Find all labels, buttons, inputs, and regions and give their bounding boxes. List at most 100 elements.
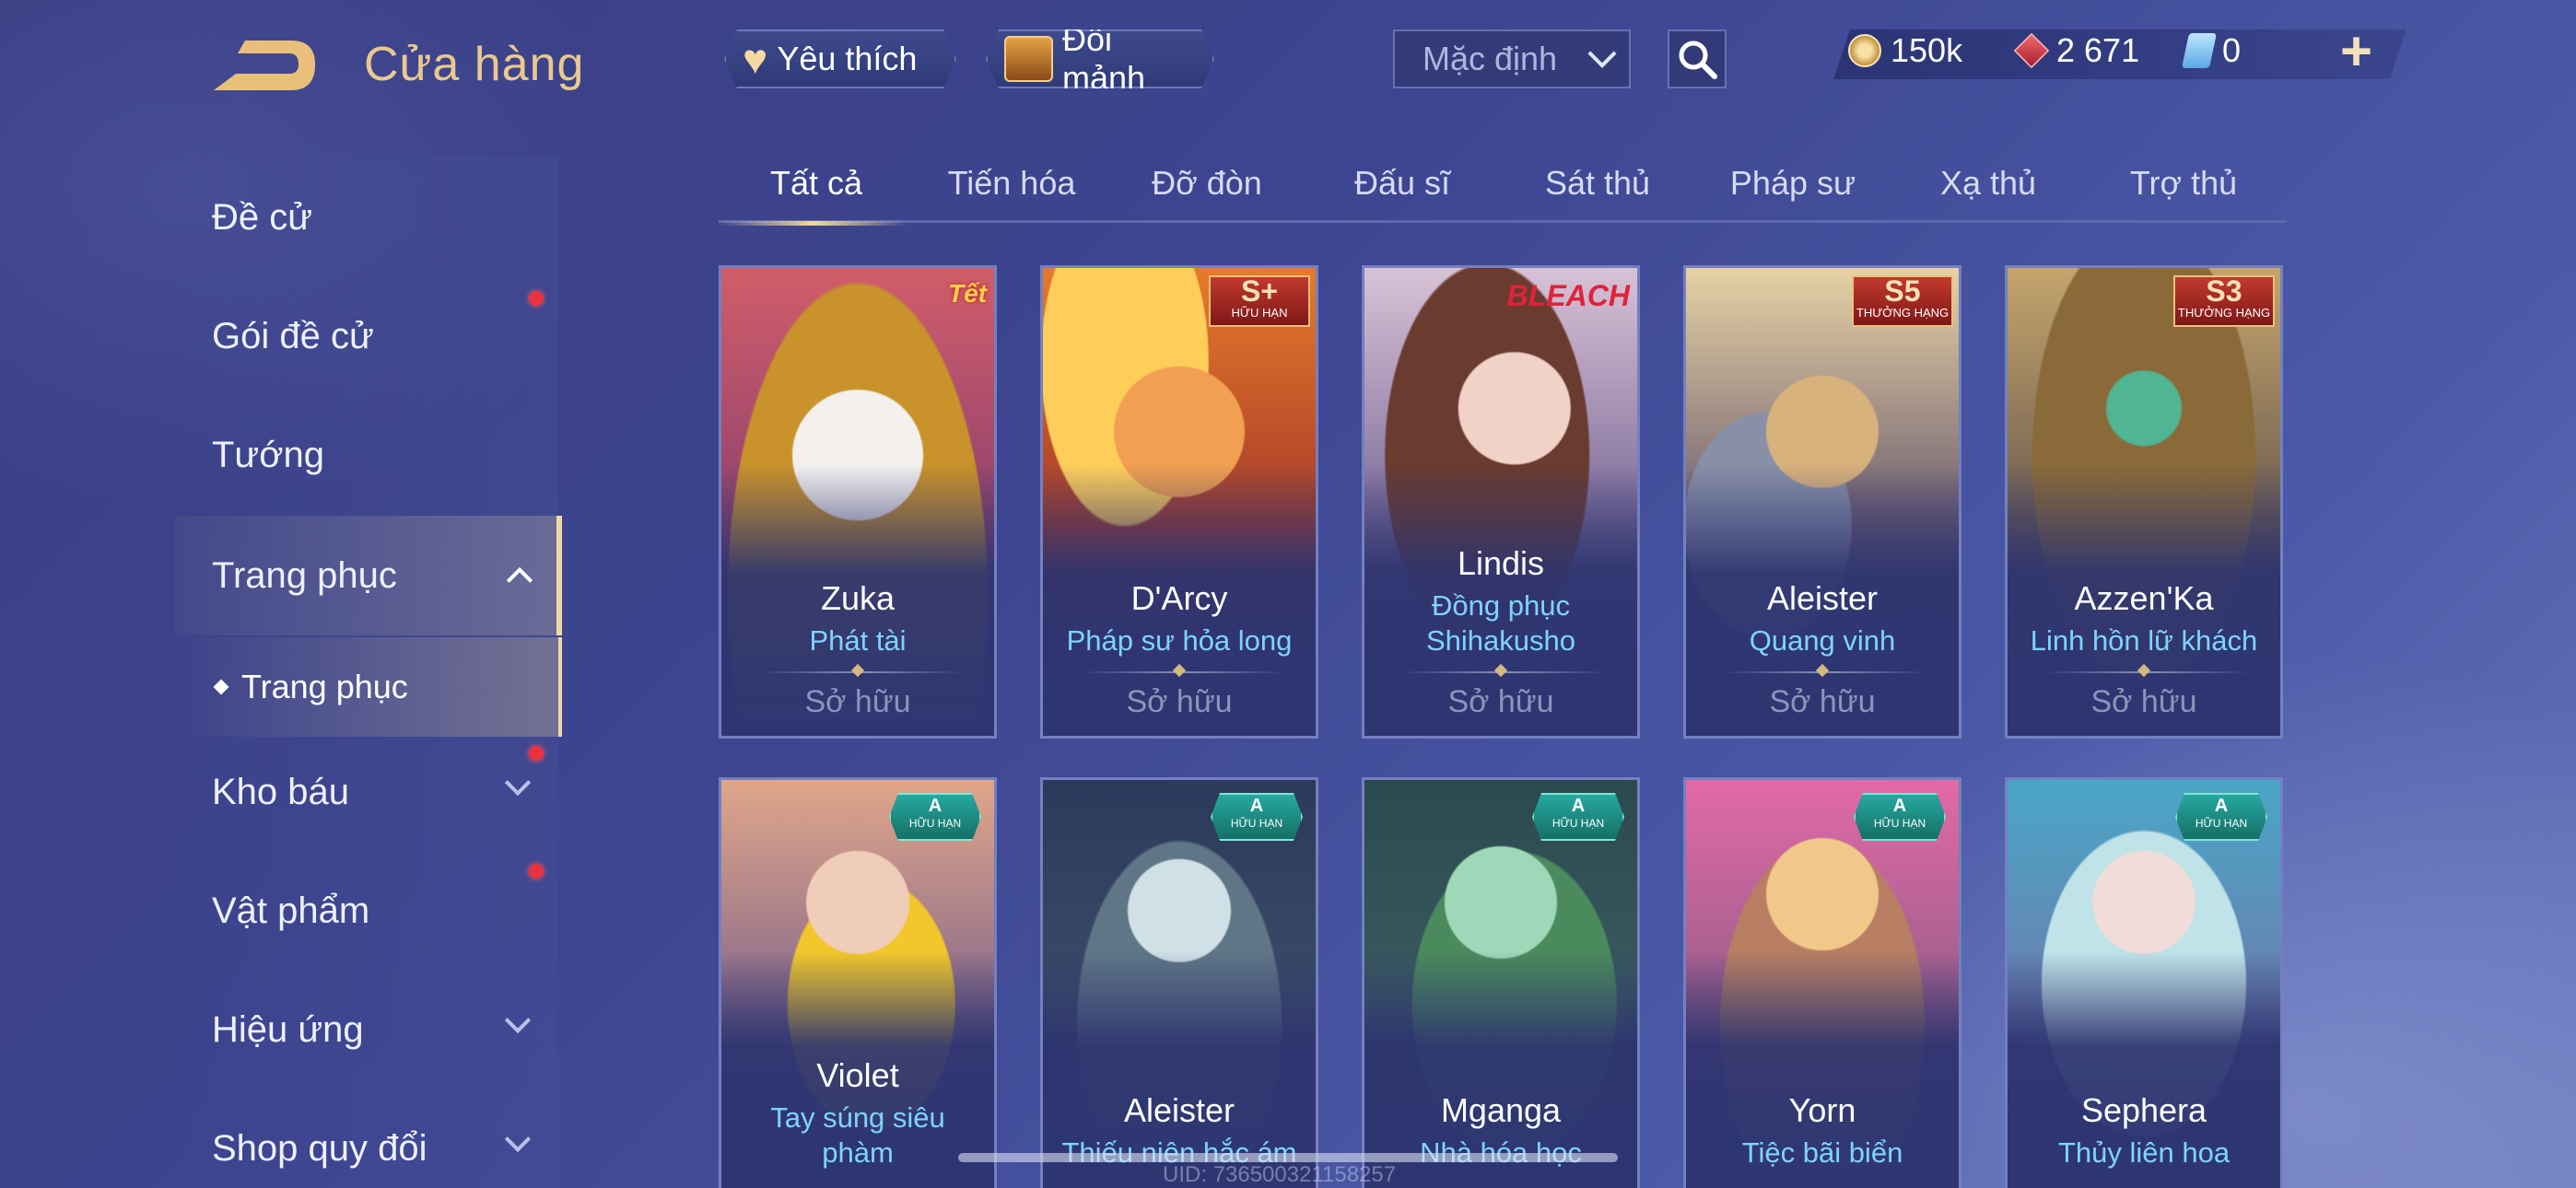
rarity-badge: A HỮU HẠN bbox=[889, 793, 981, 841]
skin-card[interactable]: S+ HỮU HẠN D'Arcy Pháp sư hỏa long Sở hữ… bbox=[1040, 265, 1318, 739]
gem-amount: 2 671 bbox=[2056, 31, 2140, 69]
sidebar-item-treasure[interactable]: Kho báu bbox=[212, 772, 349, 813]
notification-dot bbox=[529, 864, 544, 879]
skin-name-line2: phàm bbox=[822, 1136, 894, 1169]
tier-badge: S+ HỮU HẠN bbox=[1209, 275, 1310, 327]
tab-marksman[interactable]: Xạ thủ bbox=[1891, 164, 2086, 203]
card-divider bbox=[1401, 671, 1606, 673]
rarity-badge-sublabel: HỮU HẠN bbox=[908, 817, 962, 830]
rarity-badge-label: A bbox=[1571, 796, 1586, 816]
sidebar-item-exchange-shop[interactable]: Shop quy đổi bbox=[212, 1128, 427, 1170]
voucher-icon bbox=[2181, 33, 2218, 68]
favorites-label: Yêu thích bbox=[777, 40, 918, 77]
tab-fighter[interactable]: Đấu sĩ bbox=[1305, 164, 1500, 203]
voucher-currency: 0 bbox=[2181, 31, 2242, 70]
gold-amount: 150k bbox=[1891, 31, 1963, 69]
tab-label: Tất cả bbox=[769, 164, 863, 202]
skin-card[interactable]: S3 THƯỞNG HẠNG Azzen'Ka Linh hồn lữ khác… bbox=[2005, 265, 2283, 739]
skin-card[interactable]: BLEACH Lindis Đồng phục Shihakusho Sở hữ… bbox=[1362, 265, 1640, 739]
search-button[interactable] bbox=[1668, 29, 1727, 88]
card-divider bbox=[2044, 671, 2249, 673]
tier-badge: S5 THƯỞNG HẠNG bbox=[1852, 275, 1953, 327]
event-badge: Tết bbox=[948, 279, 987, 308]
page-title: Cửa hàng bbox=[364, 38, 585, 91]
chest-icon bbox=[1004, 36, 1053, 82]
sidebar-item-skins[interactable]: Trang phục bbox=[175, 516, 562, 635]
chevron-up-icon bbox=[506, 566, 533, 594]
search-icon bbox=[1679, 41, 1717, 79]
skin-name-line1: Đồng phục bbox=[1432, 589, 1570, 622]
skin-name: Pháp sư hỏa long bbox=[1066, 624, 1293, 657]
hero-name: Yorn bbox=[1788, 1091, 1856, 1129]
rarity-badge: A HỮU HẠN bbox=[2175, 793, 2267, 841]
hero-name: Mganga bbox=[1440, 1091, 1562, 1129]
fragment-exchange-label: Đổi mảnh bbox=[1061, 20, 1146, 97]
notification-dot bbox=[529, 291, 544, 306]
owned-status: Sở hữu bbox=[1447, 684, 1554, 719]
skin-name: Linh hồn lữ khách bbox=[2030, 624, 2258, 657]
home-indicator[interactable] bbox=[958, 1153, 1618, 1162]
rarity-badge-sublabel: HỮU HẠN bbox=[1551, 817, 1605, 830]
tier-badge: S3 THƯỞNG HẠNG bbox=[2173, 275, 2275, 327]
rarity-badge-sublabel: HỮU HẠN bbox=[1873, 817, 1926, 830]
hero-name: Violet bbox=[816, 1056, 899, 1094]
sidebar-item-heroes[interactable]: Tướng bbox=[212, 435, 324, 476]
hero-name: Zuka bbox=[820, 579, 896, 617]
ruby-icon bbox=[2013, 32, 2050, 69]
tier-badge-sublabel: THƯỞNG HẠNG bbox=[1856, 306, 1950, 320]
sort-dropdown[interactable]: Mặc định bbox=[1393, 29, 1631, 88]
sidebar: Đề cử Gói đề cử Tướng Trang phục Trang p… bbox=[0, 157, 564, 1188]
skin-card[interactable]: A HỮU HẠN Aleister Thiếu niên hắc ám bbox=[1040, 777, 1318, 1188]
tab-assassin[interactable]: Sát thủ bbox=[1500, 164, 1695, 203]
add-currency-button[interactable]: + bbox=[2340, 24, 2372, 79]
skin-name-line2: Shihakusho bbox=[1425, 624, 1575, 657]
sidebar-item-recommended[interactable]: Đề cử bbox=[212, 197, 312, 239]
skin-name-line1: Tay súng siêu bbox=[770, 1101, 945, 1134]
hero-name: D'Arcy bbox=[1130, 579, 1228, 617]
tab-all[interactable]: Tất cả bbox=[719, 164, 914, 226]
sidebar-subitem-skins[interactable]: Trang phục bbox=[175, 637, 562, 737]
skin-card[interactable]: A HỮU HẠN Violet Tay súng siêu phàm bbox=[719, 777, 997, 1188]
tier-badge-label: S3 bbox=[2206, 274, 2242, 308]
rarity-badge: A HỮU HẠN bbox=[1854, 793, 1946, 841]
hero-name: Azzen'Ka bbox=[2074, 579, 2214, 617]
gold-coin-icon bbox=[1848, 34, 1881, 67]
sidebar-item-bundles[interactable]: Gói đề cử bbox=[212, 316, 374, 357]
sidebar-item-items[interactable]: Vật phẩm bbox=[212, 891, 369, 932]
hero-name: Sephera bbox=[2080, 1091, 2207, 1129]
skin-card[interactable]: A HỮU HẠN Sephera Thủy liên hoa bbox=[2005, 777, 2283, 1188]
card-divider bbox=[1723, 671, 1927, 673]
tab-support[interactable]: Trợ thủ bbox=[2086, 164, 2281, 203]
skin-card[interactable]: Tết Zuka Phát tài Sở hữu bbox=[719, 265, 997, 739]
voucher-amount: 0 bbox=[2222, 31, 2242, 69]
tab-active-indicator bbox=[719, 221, 908, 226]
fragment-exchange-button[interactable]: Đổi mảnh bbox=[986, 29, 1214, 88]
chevron-down-icon bbox=[1587, 39, 1617, 68]
hero-name: Lindis bbox=[1457, 544, 1545, 582]
rarity-badge-label: A bbox=[1892, 796, 1907, 816]
sidebar-item-effects[interactable]: Hiệu ứng bbox=[212, 1009, 364, 1051]
tab-mage[interactable]: Pháp sư bbox=[1695, 164, 1891, 203]
skin-name: Phát tài bbox=[809, 624, 907, 657]
favorites-button[interactable]: ♥ Yêu thích bbox=[724, 29, 956, 88]
owned-status: Sở hữu bbox=[804, 684, 911, 719]
tier-badge-sublabel: HỮU HẠN bbox=[1231, 306, 1288, 320]
hero-name: Aleister bbox=[1123, 1091, 1235, 1129]
collab-badge: BLEACH bbox=[1506, 279, 1630, 312]
skin-card[interactable]: A HỮU HẠN Mganga Nhà hóa học bbox=[1362, 777, 1640, 1188]
skin-card[interactable]: A HỮU HẠN Yorn Tiệc bãi biển bbox=[1683, 777, 1961, 1188]
card-divider bbox=[1080, 671, 1284, 673]
tab-evolution[interactable]: Tiến hóa bbox=[914, 164, 1109, 203]
card-divider bbox=[758, 671, 963, 673]
notification-dot bbox=[529, 746, 544, 761]
skin-card[interactable]: S5 THƯỞNG HẠNG Aleister Quang vinh Sở hữ… bbox=[1683, 265, 1961, 739]
back-button[interactable] bbox=[210, 37, 321, 101]
sidebar-item-skins-label: Trang phục bbox=[212, 554, 397, 596]
sidebar-subitem-label: Trang phục bbox=[241, 668, 408, 705]
gold-currency: 150k bbox=[1848, 31, 1962, 70]
tier-badge-label: S+ bbox=[1240, 274, 1279, 308]
rarity-badge: A HỮU HẠN bbox=[1211, 793, 1303, 841]
hero-name: Aleister bbox=[1766, 579, 1879, 617]
tier-badge-sublabel: THƯỞNG HẠNG bbox=[2177, 306, 2271, 320]
tab-tank[interactable]: Đỡ đòn bbox=[1109, 164, 1305, 203]
